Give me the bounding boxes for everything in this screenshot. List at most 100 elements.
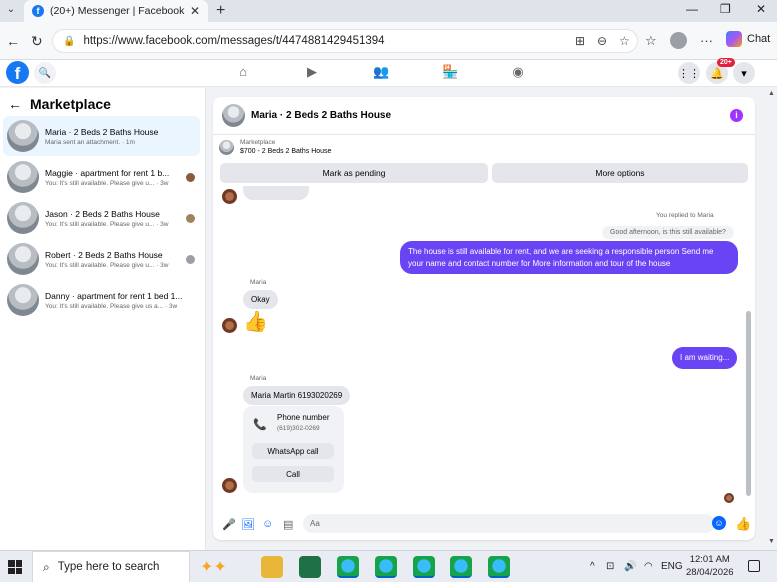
friends-icon[interactable]: 👥 [373, 64, 389, 80]
call-button[interactable]: Call [252, 466, 334, 482]
excel-icon[interactable] [299, 556, 321, 578]
copilot-sparkle-icon[interactable]: ✦✦ [200, 557, 227, 577]
clock-date: 28/04/2026 [686, 566, 734, 578]
copilot-chat-button[interactable]: Chat [726, 31, 770, 47]
marketplace-icon[interactable]: 🏪 [442, 64, 458, 80]
taskbar-search-placeholder: Type here to search [57, 561, 160, 573]
search-icon[interactable]: 🔍 [34, 62, 56, 84]
conversation-name: Danny · apartment for rent 1 bed 1... [45, 290, 183, 301]
listing-thumbnail [7, 284, 39, 316]
new-tab-button[interactable]: + [216, 2, 225, 20]
sender-avatar[interactable] [222, 478, 237, 493]
network-icon[interactable]: ⊡ [606, 561, 614, 572]
chat-label: Chat [747, 33, 771, 45]
tab-close-icon[interactable]: ✕ [190, 4, 200, 18]
scroll-down-icon[interactable]: ▼ [768, 538, 775, 545]
conversation-item[interactable]: Jason · 2 Beds 2 Baths House You: It's s… [3, 198, 200, 238]
microphone-icon[interactable]: 🎤 [222, 518, 236, 531]
message-input[interactable]: Aa [303, 514, 715, 533]
gif-icon[interactable]: ▤ [283, 518, 293, 531]
edge-icon[interactable] [375, 556, 397, 578]
url-bar[interactable]: 🔒 https://www.facebook.com/messages/t/44… [52, 29, 638, 53]
file-explorer-icon[interactable] [261, 556, 283, 578]
edge-icon[interactable] [450, 556, 472, 578]
more-options-button[interactable]: More options [492, 163, 748, 183]
conversation-item[interactable]: Maggie · apartment for rent 1 b... You: … [3, 157, 200, 197]
edge-icon[interactable] [488, 556, 510, 578]
video-icon[interactable]: ▶ [304, 64, 320, 80]
replied-to-label: You replied to Maria [656, 212, 714, 219]
language-indicator[interactable]: ENG [661, 561, 683, 572]
tab-list-button[interactable]: ⌄ [4, 4, 18, 18]
chat-listing-thumbnail[interactable] [222, 104, 245, 127]
home-icon[interactable]: ⌂ [235, 64, 251, 80]
back-arrow-icon[interactable]: ← [8, 96, 22, 112]
groups-icon[interactable]: ◉ [510, 64, 526, 80]
read-receipt-avatar [186, 213, 195, 223]
conversation-snippet: You: It's still available. Please give u… [45, 302, 178, 310]
listing-thumbnail [7, 161, 39, 193]
conversation-item[interactable]: Robert · 2 Beds 2 Baths House You: It's … [3, 239, 200, 279]
sender-avatar[interactable] [222, 189, 237, 204]
chat-panel: Maria · 2 Beds 2 Baths House i Marketpla… [213, 97, 755, 540]
wifi-icon[interactable]: ◠ [644, 561, 653, 572]
listing-thumbnail [7, 202, 39, 234]
system-clock[interactable]: 12:01 AM 28/04/2026 [686, 554, 734, 580]
back-icon[interactable]: ← [6, 33, 20, 49]
emoji-icon[interactable]: ☺ [712, 516, 726, 530]
sticker-icon[interactable]: ☺ [262, 518, 273, 530]
chat-scrollbar[interactable] [746, 311, 751, 496]
browser-tab[interactable]: f (20+) Messenger | Facebook ✕ [24, 0, 208, 22]
conversation-item[interactable]: Danny · apartment for rent 1 bed 1... Yo… [3, 280, 200, 320]
window-close-button[interactable]: ✕ [756, 2, 766, 16]
app-available-icon[interactable]: ⊞ [575, 34, 585, 48]
conversation-snippet: You: It's still available. Please give u… [45, 179, 169, 187]
volume-icon[interactable]: 🔊 [624, 561, 636, 572]
copilot-icon [726, 31, 742, 47]
facebook-logo[interactable]: f [6, 61, 29, 84]
url-text: https://www.facebook.com/messages/t/4474… [83, 35, 385, 47]
minimize-button[interactable]: — [686, 2, 698, 16]
sender-avatar[interactable] [222, 318, 237, 333]
conversation-snippet: You: It's still available. Please give u… [45, 220, 169, 228]
sidebar-header: ← Marketplace [8, 96, 111, 112]
edge-icon[interactable] [413, 556, 435, 578]
tray-chevron-icon[interactable]: ^ [590, 561, 595, 572]
account-dropdown-icon[interactable]: ▾ [733, 62, 755, 84]
browser-tab-bar: ⌄ f (20+) Messenger | Facebook ✕ + — ❐ ✕ [0, 0, 777, 22]
address-toolbar: ← ↻ 🔒 https://www.facebook.com/messages/… [0, 22, 777, 60]
quoted-message: Good afternoon, is this still available? [602, 226, 734, 239]
more-icon[interactable]: ··· [700, 33, 713, 48]
like-icon[interactable]: 👍 [735, 516, 751, 532]
profile-avatar[interactable] [670, 32, 687, 49]
message-bubble-incoming: Maria Martin 6193020269 [243, 386, 351, 405]
favorite-star-icon[interactable]: ☆ [619, 34, 630, 48]
contact-card-number: (619)302-0269 [277, 425, 320, 432]
menu-grid-icon[interactable]: ⋮⋮ [678, 62, 700, 84]
zoom-icon[interactable]: ⊖ [597, 34, 607, 48]
scroll-up-icon[interactable]: ▲ [768, 90, 775, 97]
search-icon: ⌕ [43, 559, 50, 574]
taskbar-search[interactable]: ⌕ Type here to search [32, 551, 190, 582]
favorites-icon[interactable]: ☆ [645, 33, 657, 49]
mark-as-pending-button[interactable]: Mark as pending [220, 163, 488, 183]
listing-strip[interactable]: Marketplace $700 - 2 Beds 2 Baths House [219, 139, 331, 155]
marketplace-sidebar: ← Marketplace Maria · 2 Beds 2 Baths Hou… [0, 88, 206, 550]
conversation-item[interactable]: Maria · 2 Beds 2 Baths House Maria sent … [3, 116, 200, 156]
photo-icon[interactable]: 🖼 [241, 518, 255, 531]
chat-title[interactable]: Maria · 2 Beds 2 Baths House [251, 110, 391, 121]
windows-taskbar: ⌕ Type here to search ✦✦ ^ ⊡ 🔊 ◠ ENG 12:… [0, 550, 777, 582]
whatsapp-call-button[interactable]: WhatsApp call [252, 443, 334, 459]
windows-start-icon[interactable] [8, 560, 22, 574]
marketplace-label: Marketplace [240, 139, 276, 146]
listing-thumbnail [7, 243, 39, 275]
edge-icon[interactable] [337, 556, 359, 578]
maximize-button[interactable]: ❐ [720, 2, 731, 16]
refresh-icon[interactable]: ↻ [31, 33, 43, 50]
page-scrollbar[interactable]: ▲ ▼ [766, 88, 777, 550]
sender-name: Maria [250, 279, 267, 286]
notification-center-icon[interactable] [748, 560, 760, 572]
message-bubble-incoming [243, 186, 309, 200]
info-icon[interactable]: i [730, 109, 743, 122]
thumbs-up-icon: 👍 [243, 311, 268, 333]
